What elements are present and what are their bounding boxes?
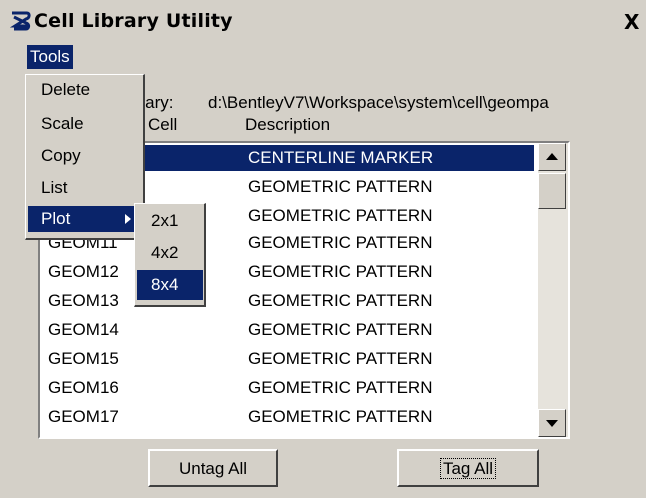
menu-item-label: Plot bbox=[41, 209, 71, 228]
cell-description: GEOMETRIC PATTERN bbox=[248, 320, 433, 339]
scroll-down-button[interactable] bbox=[538, 409, 566, 437]
menu-item-label: Scale bbox=[41, 114, 84, 133]
cell-description: GEOMETRIC PATTERN bbox=[248, 349, 433, 368]
submenu-item-label: 8x4 bbox=[151, 275, 179, 294]
table-row[interactable]: GEOM16 GEOMETRIC PATTERN bbox=[44, 375, 534, 401]
arrow-up-icon bbox=[546, 153, 558, 160]
menu-item-scale[interactable]: Scale bbox=[28, 111, 142, 137]
table-row[interactable]: GEOM12 GEOMETRIC PATTERN bbox=[44, 259, 534, 285]
submenu-item-4x2[interactable]: 4x2 bbox=[137, 238, 203, 268]
tag-all-label: Tag All bbox=[439, 458, 497, 479]
cell-description: GEOMETRIC PATTERN bbox=[248, 233, 433, 252]
menu-item-delete[interactable]: Delete bbox=[28, 77, 142, 103]
cell-description: GEOMETRIC PATTERN bbox=[248, 177, 433, 196]
submenu-item-label: 2x1 bbox=[151, 211, 179, 230]
tools-menu: Delete Scale Copy List Plot bbox=[25, 74, 145, 240]
submenu-item-8x4[interactable]: 8x4 bbox=[137, 270, 203, 300]
menu-item-label: Delete bbox=[41, 80, 91, 99]
cell-description: GEOMETRIC PATTERN bbox=[248, 291, 433, 310]
bentley-logo-icon bbox=[9, 11, 31, 31]
menu-item-label: List bbox=[41, 178, 68, 197]
column-header-description: Description bbox=[245, 115, 331, 134]
submenu-item-label: 4x2 bbox=[151, 243, 179, 262]
table-row[interactable]: GEOM15 GEOMETRIC PATTERN bbox=[44, 346, 534, 372]
library-path: d:\BentleyV7\Workspace\system\cell\geomp… bbox=[208, 93, 549, 112]
tag-all-button[interactable]: Tag All bbox=[397, 449, 539, 487]
plot-submenu: 2x1 4x2 8x4 bbox=[134, 203, 206, 307]
cell-description: GEOMETRIC PATTERN bbox=[248, 262, 433, 281]
menu-item-label: Copy bbox=[41, 146, 81, 165]
menu-item-copy[interactable]: Copy bbox=[28, 143, 142, 169]
cell-name: GEOM16 bbox=[48, 378, 119, 397]
scroll-thumb[interactable] bbox=[538, 173, 566, 209]
table-row[interactable]: GEOM17 GEOMETRIC PATTERN bbox=[44, 404, 534, 430]
cell-description: GEOMETRIC PATTERN bbox=[248, 378, 433, 397]
cell-description: GEOMETRIC PATTERN bbox=[248, 407, 433, 426]
cell-name: GEOM17 bbox=[48, 407, 119, 426]
arrow-down-icon bbox=[546, 420, 558, 427]
table-row[interactable]: GEOM14 GEOMETRIC PATTERN bbox=[44, 317, 534, 343]
cell-name: GEOM12 bbox=[48, 262, 119, 281]
cell-name: GEOM14 bbox=[48, 320, 119, 339]
cell-description: GEOMETRIC PATTERN bbox=[248, 206, 433, 225]
menu-item-plot[interactable]: Plot bbox=[28, 206, 142, 232]
submenu-item-2x1[interactable]: 2x1 bbox=[137, 206, 203, 236]
menu-bar bbox=[0, 44, 646, 70]
vertical-scrollbar[interactable] bbox=[538, 143, 568, 437]
cell-name: GEOM15 bbox=[48, 349, 119, 368]
table-row[interactable]: GEOM13 GEOMETRIC PATTERN bbox=[44, 288, 534, 314]
title-bar: Cell Library Utility X bbox=[0, 0, 646, 42]
menu-tools[interactable]: Tools bbox=[27, 45, 73, 69]
cell-name: GEOM13 bbox=[48, 291, 119, 310]
window-title: Cell Library Utility bbox=[34, 10, 233, 32]
close-button[interactable]: X bbox=[624, 10, 646, 34]
cell-description: CENTERLINE MARKER bbox=[248, 148, 434, 167]
arrow-right-icon bbox=[125, 214, 131, 224]
menu-item-list[interactable]: List bbox=[28, 175, 142, 201]
untag-all-button[interactable]: Untag All bbox=[148, 449, 278, 487]
scroll-up-button[interactable] bbox=[538, 143, 566, 171]
column-header-cell: Cell bbox=[148, 115, 178, 134]
